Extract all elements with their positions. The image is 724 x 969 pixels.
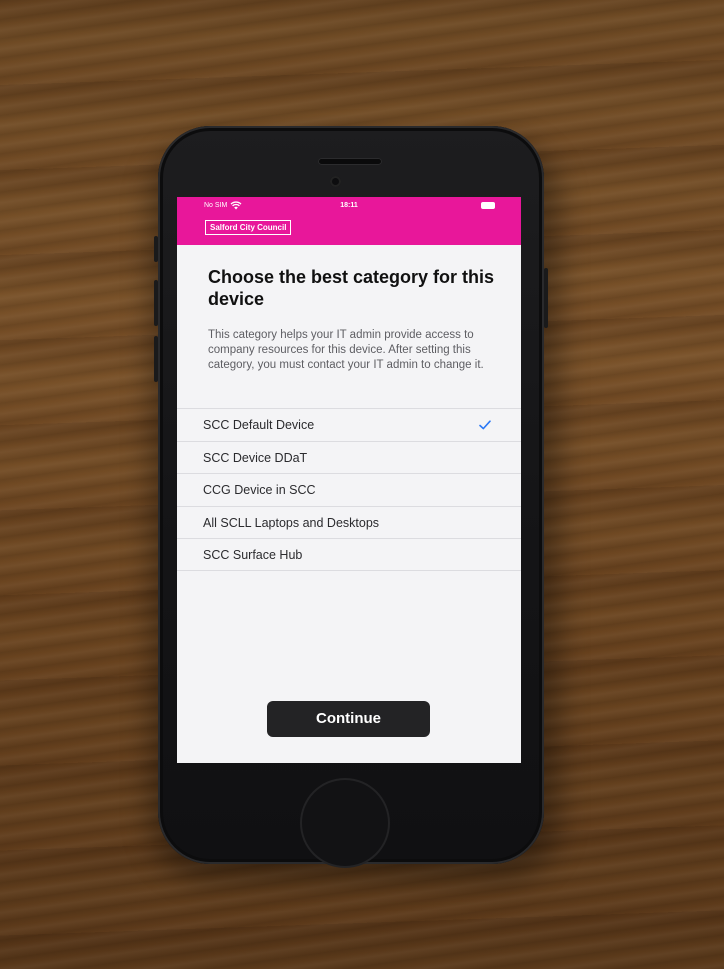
category-option[interactable]: SCC Device DDaT [177,440,521,474]
battery-icon [481,202,495,209]
clock: 18:11 [340,202,358,209]
page-title: Choose the best category for this device [208,267,495,309]
app-header: Salford City Council [177,215,521,245]
continue-button[interactable]: Continue [267,701,430,737]
front-camera [330,176,341,187]
phone-screen: No SIM 18:11 Salford City Council Choose… [177,197,521,763]
checkmark-icon [479,420,491,430]
category-label: SCC Device DDaT [203,450,308,465]
earpiece-speaker [318,158,382,165]
mute-switch [154,236,158,262]
power-button [544,268,548,328]
category-label: CCG Device in SCC [203,483,316,497]
category-label: SCC Surface Hub [203,548,303,562]
page-description: This category helps your IT admin provid… [208,329,484,371]
volume-down-button [154,336,158,382]
category-label: All SCLL Laptops and Desktops [203,515,380,530]
category-option[interactable]: All SCLL Laptops and Desktops [177,505,521,539]
brand-logo: Salford City Council [205,220,292,235]
category-option[interactable]: SCC Surface Hub [177,538,521,571]
category-option[interactable]: CCG Device in SCC [177,473,521,506]
category-list: SCC Default Device SCC Device DDaT CCG D… [177,408,521,571]
category-label: SCC Default Device [203,418,315,432]
status-bar: No SIM 18:11 [177,197,521,215]
home-button[interactable] [302,780,388,866]
volume-up-button [154,280,158,326]
category-option[interactable]: SCC Default Device [177,408,521,441]
